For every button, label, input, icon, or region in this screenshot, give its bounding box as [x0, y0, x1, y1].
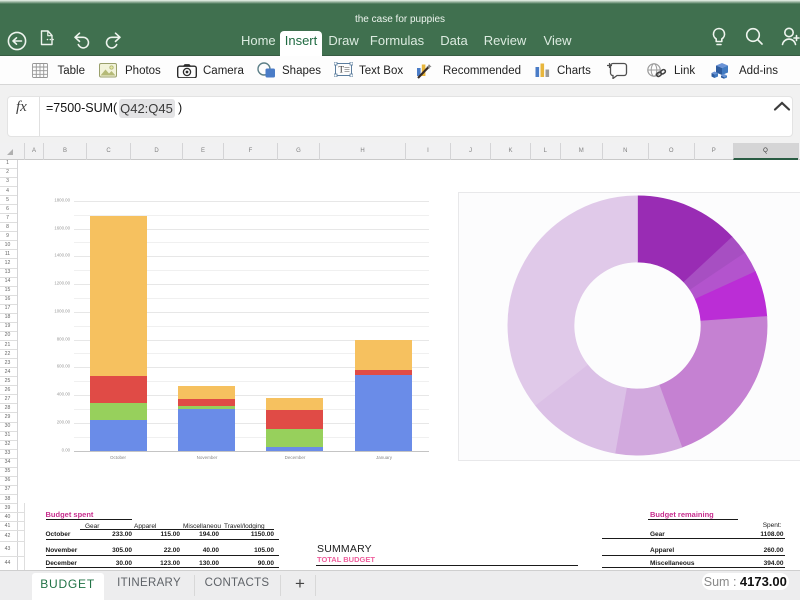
- svg-text:T: T: [339, 65, 345, 75]
